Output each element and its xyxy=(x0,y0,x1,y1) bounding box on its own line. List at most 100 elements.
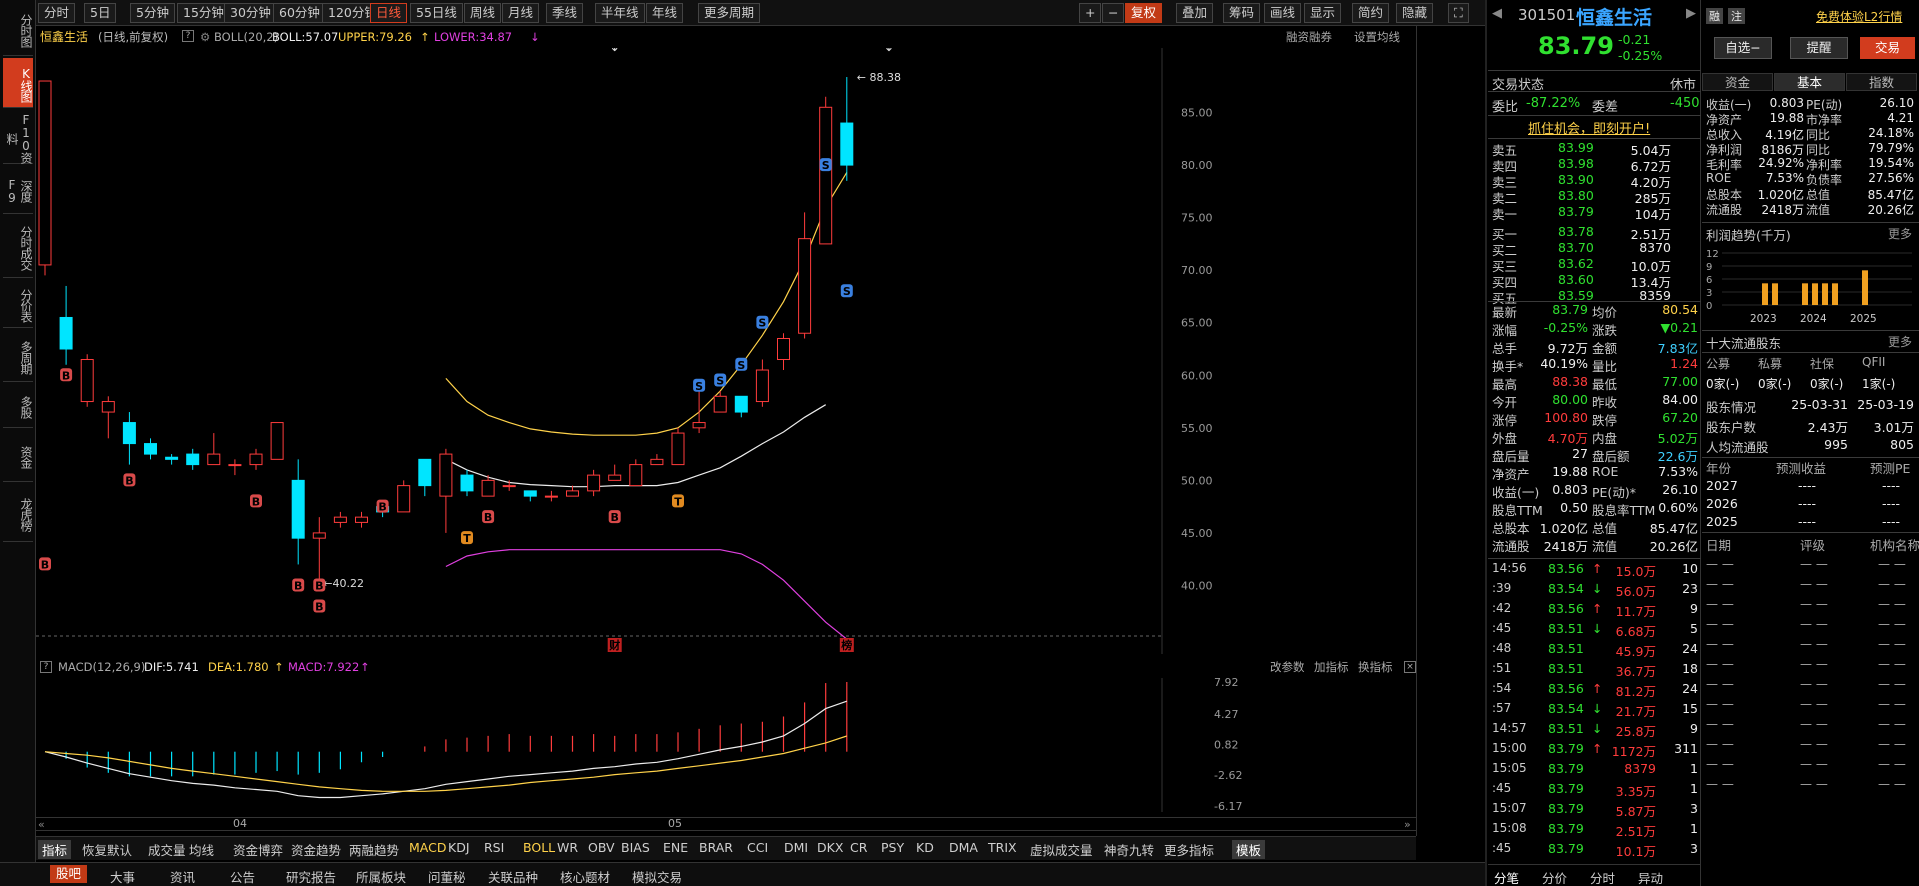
indicator-tab-10[interactable]: BOLL xyxy=(523,840,555,855)
candle[interactable] xyxy=(650,454,664,466)
left-tab-4[interactable]: 分时成交 xyxy=(3,216,33,278)
fund-tab-1[interactable]: 基本 xyxy=(1774,73,1845,91)
add-indicator-link[interactable]: 加指标 xyxy=(1314,656,1349,678)
candle[interactable] xyxy=(144,438,157,460)
candle[interactable] xyxy=(671,427,685,466)
tick-tab-1[interactable]: 分价 xyxy=(1542,868,1567,886)
footer-tab-3[interactable]: 公告 xyxy=(230,867,255,886)
candle[interactable] xyxy=(734,395,748,418)
indicator-tab-8[interactable]: KDJ xyxy=(448,840,470,855)
period-8[interactable]: 55日线 xyxy=(410,3,463,23)
notice-badge[interactable]: 注 xyxy=(1728,8,1745,24)
candle[interactable] xyxy=(523,490,537,502)
macd-help-icon[interactable]: ? xyxy=(40,661,52,673)
indicator-tab-7[interactable]: MACD xyxy=(409,840,446,855)
indicator-tab-15[interactable]: BRAR xyxy=(699,840,733,855)
prev-stock-icon[interactable]: ◀ xyxy=(1492,6,1502,21)
period-3[interactable]: 15分钟 xyxy=(177,3,230,23)
event-star-icon[interactable]: * xyxy=(675,48,682,55)
candle[interactable] xyxy=(713,391,727,413)
alert-button[interactable]: 提醒 xyxy=(1790,37,1848,59)
scroll-right-icon[interactable]: » xyxy=(1404,818,1411,831)
scroll-left-icon[interactable]: « xyxy=(38,818,45,831)
tool-0[interactable]: + xyxy=(1079,3,1102,23)
modify-params-link[interactable]: 改参数 xyxy=(1270,656,1305,678)
watchlist-button[interactable]: 自选− xyxy=(1714,37,1772,59)
indicator-tab-9[interactable]: RSI xyxy=(484,840,504,855)
indicator-tab-13[interactable]: BIAS xyxy=(621,840,650,855)
trade-button[interactable]: 交易 xyxy=(1860,37,1915,59)
tick-tab-0[interactable]: 分笔 xyxy=(1494,868,1519,886)
candle[interactable] xyxy=(122,412,136,465)
candle[interactable] xyxy=(608,464,622,481)
candle[interactable] xyxy=(228,459,242,476)
candle[interactable] xyxy=(355,511,368,528)
settings-gear-icon[interactable]: ⚙ xyxy=(200,26,210,48)
event-star-icon[interactable]: * xyxy=(844,48,851,55)
macd-chart[interactable]: 7.92 4.27 0.82 -2.62 -6.17 xyxy=(36,678,1416,812)
left-tab-2[interactable]: F10资料 xyxy=(3,110,33,164)
left-tab-0[interactable]: 分时图 xyxy=(3,2,33,56)
indicator-tab-1[interactable]: 恢复默认 xyxy=(82,840,132,859)
indicator-tab-5[interactable]: 资金趋势 xyxy=(291,840,341,859)
event-star-icon[interactable]: ↕ xyxy=(609,48,620,55)
indicator-tab-11[interactable]: WR xyxy=(557,840,578,855)
help-icon[interactable]: ? xyxy=(182,30,194,42)
indicator-tab-19[interactable]: CR xyxy=(850,840,867,855)
footer-tab-7[interactable]: 关联品种 xyxy=(488,867,538,886)
candle[interactable] xyxy=(629,459,643,487)
period-11[interactable]: 季线 xyxy=(546,3,584,23)
candle[interactable] xyxy=(460,469,474,497)
tool-2[interactable]: 复权 xyxy=(1125,3,1163,23)
event-star-icon[interactable]: ↕ xyxy=(884,48,895,55)
close-icon[interactable]: × xyxy=(1404,661,1416,673)
event-badge[interactable]: 榜 xyxy=(839,638,854,652)
candle[interactable] xyxy=(777,333,790,371)
indicator-tab-18[interactable]: DKX xyxy=(817,840,843,855)
event-star-icon[interactable]: * xyxy=(274,48,281,55)
tool-7[interactable]: 简约 xyxy=(1352,3,1390,23)
holders-more-link[interactable]: 更多 xyxy=(1888,333,1912,350)
indicator-tab-4[interactable]: 资金博弈 xyxy=(233,840,283,859)
fund-tab-0[interactable]: 资金 xyxy=(1702,73,1773,91)
margin-trading-link[interactable]: 融资融券 xyxy=(1286,26,1332,48)
footer-tab-4[interactable]: 研究报告 xyxy=(286,867,336,886)
event-star-icon[interactable]: * xyxy=(865,48,872,55)
profit-more-link[interactable]: 更多 xyxy=(1888,225,1912,242)
candle[interactable] xyxy=(101,396,115,439)
tick-tab-2[interactable]: 分时 xyxy=(1590,868,1615,886)
candle[interactable] xyxy=(798,212,812,339)
candle[interactable] xyxy=(249,448,263,470)
candle[interactable] xyxy=(439,448,453,533)
candle[interactable] xyxy=(207,433,221,466)
indicator-tab-25[interactable]: 神奇九转 xyxy=(1104,840,1154,859)
indicator-tab-0[interactable]: 指标 xyxy=(38,840,72,859)
period-1[interactable]: 5日 xyxy=(84,3,117,23)
event-star-icon[interactable]: * xyxy=(822,48,829,55)
indicator-tab-17[interactable]: DMI xyxy=(784,840,808,855)
left-tab-3[interactable]: 深度F9 xyxy=(3,166,33,214)
candle[interactable] xyxy=(291,459,305,565)
left-tab-6[interactable]: 多周期 xyxy=(3,330,33,382)
set-ma-link[interactable]: 设置均线 xyxy=(1354,26,1400,48)
candle[interactable] xyxy=(165,454,179,465)
fund-tab-2[interactable]: 指数 xyxy=(1846,73,1917,91)
candle[interactable] xyxy=(270,422,284,460)
tool-4[interactable]: 筹码 xyxy=(1223,3,1261,23)
tick-tab-3[interactable]: 异动 xyxy=(1638,868,1663,886)
l2-trial-link[interactable]: 免费体验L2行情 xyxy=(1816,8,1902,25)
orderbook-label[interactable]: 卖一 xyxy=(1492,204,1517,223)
footer-tab-9[interactable]: 模拟交易 xyxy=(632,867,682,886)
margin-badge[interactable]: 融 xyxy=(1706,8,1723,24)
candle[interactable] xyxy=(397,480,411,513)
change-indicator-link[interactable]: 换指标 xyxy=(1358,656,1393,678)
next-stock-icon[interactable]: ▶ xyxy=(1686,6,1696,21)
footer-tab-6[interactable]: 问董秘 xyxy=(428,867,466,886)
fullscreen-icon[interactable]: ⛶ xyxy=(1448,3,1469,23)
footer-tab-2[interactable]: 资讯 xyxy=(170,867,195,886)
period-14[interactable]: 更多周期 xyxy=(698,3,761,23)
left-tab-5[interactable]: 分价表 xyxy=(3,280,33,328)
candle[interactable] xyxy=(333,511,347,528)
left-tab-9[interactable]: 龙虎榜 xyxy=(3,484,33,542)
candle[interactable] xyxy=(59,285,73,365)
